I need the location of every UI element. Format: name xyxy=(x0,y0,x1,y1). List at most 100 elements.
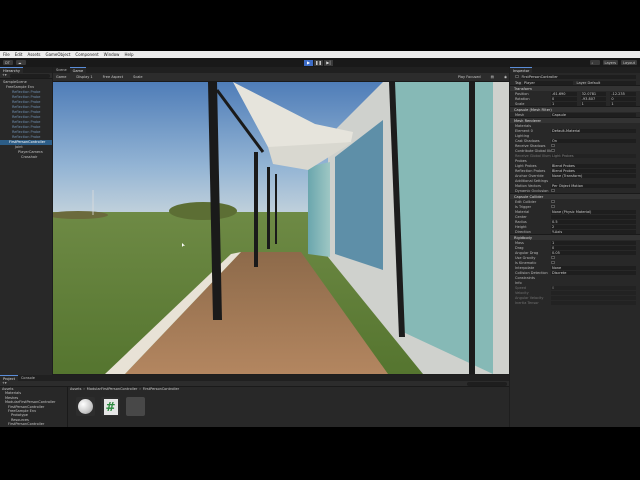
script-asset-icon[interactable]: # xyxy=(101,397,120,416)
interpolate-dropdown[interactable]: None xyxy=(551,265,636,270)
drag-field[interactable]: 0 xyxy=(551,245,636,250)
sphere-asset-icon[interactable] xyxy=(76,397,95,416)
center-field[interactable] xyxy=(551,214,636,219)
search-icon[interactable]: ⌕ xyxy=(589,60,600,65)
reflection-probes-row: Reflection Probes Blend Probes xyxy=(510,168,640,173)
menu-item-component[interactable]: Component xyxy=(75,52,98,57)
unity-editor: File Edit Assets GameObject Component Window H… xyxy=(0,51,640,427)
tag-dropdown[interactable]: Player xyxy=(523,80,573,85)
dynamic-occlusion-checkbox[interactable] xyxy=(551,188,555,193)
direction-dropdown[interactable]: Y-Axis xyxy=(551,229,636,234)
anchor-row: Anchor Override None (Transform) xyxy=(510,173,640,178)
rotation-x[interactable]: 0 xyxy=(551,96,577,101)
menu-item-help[interactable]: Help xyxy=(124,52,133,57)
window-frame-right xyxy=(469,82,475,374)
folder-asset-icon[interactable] xyxy=(126,397,145,416)
folder-tree: Assets Materials Meshes ModularFirstPersonC… xyxy=(0,387,68,427)
hierarchy-search-input[interactable] xyxy=(9,73,50,78)
pause-icon[interactable]: ❚❚ xyxy=(314,59,323,66)
angular-drag-field[interactable]: 0.05 xyxy=(551,250,636,255)
menu-item-edit[interactable]: Edit xyxy=(15,52,23,57)
tab-console[interactable]: Console xyxy=(18,375,38,381)
angular-velocity-field xyxy=(551,295,636,300)
use-gravity-checkbox[interactable] xyxy=(551,255,555,260)
direction-row: Direction Y-Axis xyxy=(510,229,640,234)
light-probes-dropdown[interactable]: Blend Probes xyxy=(551,163,636,168)
anchor-field[interactable]: None (Transform) xyxy=(551,173,636,178)
stats-icon[interactable]: ▤ xyxy=(491,75,494,80)
rotation-y[interactable]: -93.807 xyxy=(580,96,607,101)
layer-dropdown[interactable]: Default xyxy=(586,80,636,85)
layout-dropdown[interactable]: Layout xyxy=(621,60,637,65)
center-row: Center xyxy=(510,214,640,219)
collision-dropdown[interactable]: Discrete xyxy=(551,270,636,275)
add-icon[interactable]: +▾ xyxy=(2,73,7,78)
tab-game[interactable]: Game xyxy=(69,67,87,73)
interpolate-label: Interpolate xyxy=(515,265,535,270)
account-button[interactable]: DT xyxy=(3,60,13,65)
position-label: Position xyxy=(515,91,529,96)
rotation-z[interactable]: 0 xyxy=(610,96,637,101)
menu-item-assets[interactable]: Assets xyxy=(27,52,40,57)
motion-vectors-dropdown[interactable]: Per Object Motion xyxy=(551,183,636,188)
material-field[interactable]: Default-Material xyxy=(551,128,636,133)
breadcrumb: Assets › ModularFirstPersonController › Firs… xyxy=(70,387,179,392)
is-kinematic-checkbox[interactable] xyxy=(551,260,555,265)
tab-scene[interactable]: Scene xyxy=(53,67,70,73)
contribute-gi-checkbox[interactable] xyxy=(551,148,555,153)
inspector-panel: Inspector FirstPersonController Tag Play… xyxy=(510,67,640,427)
info-label: Info xyxy=(515,280,522,285)
breadcrumb-item[interactable]: FirstPersonController xyxy=(143,387,179,392)
step-icon[interactable]: ▶| xyxy=(324,59,333,66)
aspect-dropdown[interactable]: Free Aspect xyxy=(103,75,123,80)
edit-collider-button[interactable] xyxy=(551,199,555,204)
collider-material-field[interactable]: None (Physic Material) xyxy=(551,209,636,214)
menu-item-file[interactable]: File xyxy=(3,52,10,57)
position-y[interactable]: 32.0781 xyxy=(580,91,607,96)
position-x[interactable]: -61.690 xyxy=(551,91,577,96)
game-viewport[interactable] xyxy=(53,82,509,374)
reflection-probes-dropdown[interactable]: Blend Probes xyxy=(551,168,636,173)
position-z[interactable]: -12.235 xyxy=(610,91,637,96)
scale-x[interactable]: 1 xyxy=(551,101,577,106)
mesh-field[interactable]: Capsule xyxy=(551,112,636,117)
direction-label: Direction xyxy=(515,229,531,234)
cast-shadows-dropdown[interactable]: On xyxy=(551,138,636,143)
cast-shadows-label: Cast Shadows xyxy=(515,138,540,143)
active-checkbox[interactable] xyxy=(515,74,519,79)
game-toolbar: Game Display 1 Free Aspect Scale Play Fo… xyxy=(53,73,509,82)
light-probes-row: Light Probes Blend Probes xyxy=(510,163,640,168)
scale-z[interactable]: 1 xyxy=(610,101,637,106)
scale-slider-label[interactable]: Scale xyxy=(133,75,142,80)
receive-gi-dropdown: Light Probes xyxy=(551,153,636,158)
tab-inspector[interactable]: Inspector xyxy=(510,67,533,73)
play-icon[interactable]: ▶ xyxy=(304,59,313,66)
breadcrumb-item[interactable]: ModularFirstPersonController xyxy=(87,387,138,392)
height-field[interactable]: 2 xyxy=(551,224,636,229)
collision-row: Collision Detection Discrete xyxy=(510,270,640,275)
mass-field[interactable]: 1 xyxy=(551,240,636,245)
radius-field[interactable]: 0.5 xyxy=(551,219,636,224)
speed-field: 0 xyxy=(551,285,636,290)
receive-shadows-checkbox[interactable] xyxy=(551,143,555,148)
project-search-input[interactable] xyxy=(467,381,507,386)
create-icon[interactable]: +▾ xyxy=(2,381,7,386)
object-name-field[interactable]: FirstPersonController xyxy=(520,74,636,79)
layers-dropdown[interactable]: Layers xyxy=(602,60,619,65)
scale-y[interactable]: 1 xyxy=(580,101,607,106)
display-dropdown[interactable]: Display 1 xyxy=(76,75,92,80)
breadcrumb-item[interactable]: Assets xyxy=(70,387,81,392)
cloud-icon[interactable]: ☁ xyxy=(16,60,26,65)
collider-material-row: Material None (Physic Material) xyxy=(510,209,640,214)
play-focused-dropdown[interactable]: Play Focused xyxy=(458,75,481,80)
folder-item[interactable]: FirstPersonController xyxy=(0,422,67,426)
menu-item-window[interactable]: Window xyxy=(104,52,120,57)
game-view-dropdown[interactable]: Game xyxy=(56,75,66,80)
center-label: Center xyxy=(515,214,527,219)
motion-vectors-label: Motion Vectors xyxy=(515,183,541,188)
radius-label: Radius xyxy=(515,219,527,224)
menu-item-gameobject[interactable]: GameObject xyxy=(45,52,70,57)
hierarchy-item[interactable]: Crosshair xyxy=(0,155,52,160)
is-trigger-checkbox[interactable] xyxy=(551,204,555,209)
gizmos-icon[interactable]: ◉ xyxy=(504,75,507,80)
